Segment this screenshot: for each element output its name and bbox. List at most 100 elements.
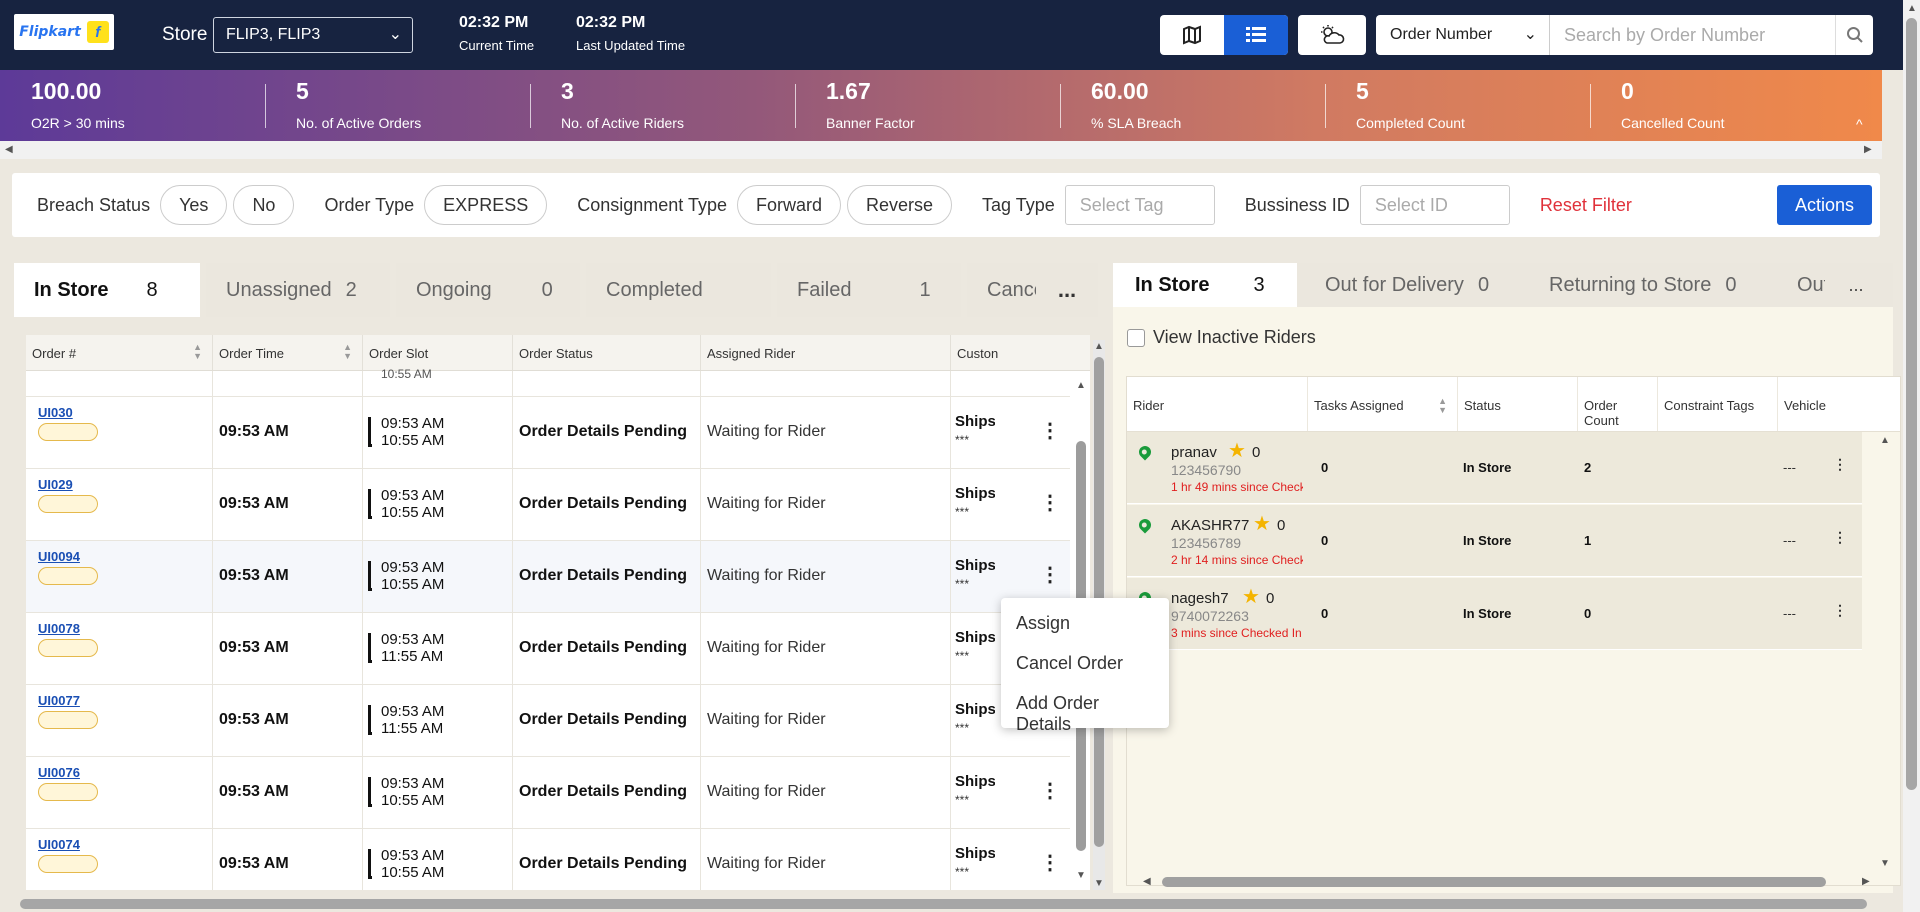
scroll-down-icon[interactable]: ▼ xyxy=(1094,878,1104,889)
table-row[interactable]: UI0094 09:53 AM 09:53 AM 10:55 AM Order Deta… xyxy=(26,541,1070,613)
tab-riders-in-store[interactable]: In Store 3 xyxy=(1113,263,1297,307)
slot-start: 09:53 AM xyxy=(381,415,445,432)
breach-yes-chip[interactable]: Yes xyxy=(160,185,228,225)
scroll-up-icon[interactable]: ▲ xyxy=(1076,380,1086,391)
consignment-forward-chip[interactable]: Forward xyxy=(736,185,841,225)
order-type-express-chip[interactable]: EXPRESS xyxy=(424,185,548,225)
row-kebab-icon[interactable]: ⋮ xyxy=(1040,781,1060,801)
sort-icon[interactable]: ▲ ▼ xyxy=(193,343,202,361)
table-row[interactable]: UI029 09:53 AM 09:53 AM 10:55 AM Order Detai… xyxy=(26,469,1070,541)
page-horizontal-thumb[interactable] xyxy=(20,899,1867,909)
order-id-link[interactable]: UI0074 xyxy=(38,837,80,852)
scroll-down-icon[interactable]: ▼ xyxy=(1880,858,1890,869)
table-row[interactable]: UI0077 09:53 AM 09:53 AM 11:55 AM Order Deta… xyxy=(26,685,1070,757)
more-tabs-button[interactable]: ... xyxy=(1036,263,1098,317)
reset-filter-link[interactable]: Reset Filter xyxy=(1540,195,1632,216)
search-type-select[interactable]: Order Number ⌄ xyxy=(1376,15,1550,55)
map-view-button[interactable] xyxy=(1160,15,1224,55)
sort-icon[interactable]: ▲ ▼ xyxy=(1438,397,1447,415)
slot-bracket xyxy=(368,633,372,663)
inactive-riders-checkbox[interactable] xyxy=(1127,328,1145,347)
rider-kebab-icon[interactable]: ⋮ xyxy=(1833,529,1847,546)
order-context-menu: Assign Cancel Order Add Order Details xyxy=(1001,598,1169,734)
customer-name: Shipsy xyxy=(955,629,995,646)
tab-label: Completed xyxy=(606,278,703,301)
scroll-left-icon[interactable]: ◀ xyxy=(1143,876,1151,887)
sort-icon[interactable]: ▲ ▼ xyxy=(343,343,352,361)
weather-icon xyxy=(1321,25,1345,44)
tab-ongoing[interactable]: Ongoing 0 xyxy=(396,263,580,317)
rider-row[interactable]: nagesh7 ★ 0 9740072263 3 mins since Checked … xyxy=(1127,578,1862,650)
order-cell: UI0074 xyxy=(26,829,213,890)
col-order-number[interactable]: Order # ▲ ▼ xyxy=(26,335,213,370)
store-select-value: FLIP3, FLIP3 xyxy=(226,26,321,43)
tab-unassigned[interactable]: Unassigned 2 xyxy=(206,263,390,317)
tab-in-store[interactable]: In Store 8 xyxy=(14,263,200,317)
tab-out-for-delivery[interactable]: Out for Delivery 0 xyxy=(1303,263,1521,307)
table-row[interactable]: UI0074 09:53 AM 09:53 AM 10:55 AM Order Deta… xyxy=(26,829,1070,890)
customer-detail: *** xyxy=(955,721,970,735)
search-input[interactable] xyxy=(1550,15,1835,55)
rider-row[interactable]: pranav ★ 0 123456790 1 hr 49 mins since Chec… xyxy=(1127,432,1862,504)
actions-button[interactable]: Actions xyxy=(1777,185,1872,225)
collapse-caret-icon[interactable]: ^ xyxy=(1856,116,1863,132)
col-constraint-tags: Constraint Tags xyxy=(1658,377,1778,431)
rider-row[interactable]: AKASHR77 ★ 0 123456789 2 hr 14 mins since Ch… xyxy=(1127,505,1862,577)
order-id-link[interactable]: UI030 xyxy=(38,405,73,420)
order-id-link[interactable]: UI0076 xyxy=(38,765,80,780)
slot-bracket xyxy=(368,417,372,447)
breach-no-chip[interactable]: No xyxy=(233,185,295,225)
order-id-link[interactable]: UI0094 xyxy=(38,549,80,564)
view-inactive-riders[interactable]: View Inactive Riders xyxy=(1127,327,1316,348)
tab-returning-to-store[interactable]: Returning to Store 0 xyxy=(1527,263,1769,307)
riders-vertical-scrollbar[interactable]: ▲ ▼ xyxy=(1878,432,1892,872)
menu-item-add-order-details[interactable]: Add Order Details xyxy=(1001,684,1169,734)
menu-item-assign[interactable]: Assign xyxy=(1001,604,1169,644)
weather-button[interactable] xyxy=(1298,15,1366,55)
row-kebab-icon[interactable]: ⋮ xyxy=(1040,853,1060,873)
scroll-down-icon[interactable]: ▼ xyxy=(1076,870,1086,881)
consignment-reverse-chip[interactable]: Reverse xyxy=(847,185,953,225)
scroll-up-icon[interactable]: ▲ xyxy=(1880,435,1890,446)
store-select[interactable]: FLIP3, FLIP3 ⌄ xyxy=(213,17,413,53)
tab-cancelled[interactable]: Cance xyxy=(967,263,1037,317)
order-id-link[interactable]: UI029 xyxy=(38,477,73,492)
table-row[interactable]: UI0078 09:53 AM 09:53 AM 11:55 AM Order Deta… xyxy=(26,613,1070,685)
more-rider-tabs-button[interactable]: ... xyxy=(1825,263,1887,307)
rider-kebab-icon[interactable]: ⋮ xyxy=(1833,456,1847,473)
stats-scrollbar[interactable]: ◀ ▶ xyxy=(0,141,1882,159)
tag-type-input[interactable] xyxy=(1064,185,1215,225)
slot-end: 11:55 AM xyxy=(381,648,444,665)
table-row[interactable]: UI0076 09:53 AM 09:53 AM 10:55 AM Order Deta… xyxy=(26,757,1070,829)
tab-completed[interactable]: Completed xyxy=(586,263,771,317)
order-id-link[interactable]: UI0078 xyxy=(38,621,80,636)
row-kebab-icon[interactable]: ⋮ xyxy=(1040,493,1060,513)
scroll-up-icon[interactable]: ▲ xyxy=(1907,3,1917,14)
slot-end: 10:55 AM xyxy=(381,504,445,521)
col-order-time[interactable]: Order Time ▲ ▼ xyxy=(213,335,363,370)
scroll-right-icon[interactable]: ▶ xyxy=(1862,876,1870,887)
row-kebab-icon[interactable]: ⋮ xyxy=(1040,565,1060,585)
business-id-input[interactable] xyxy=(1359,185,1510,225)
scroll-right-icon[interactable]: ▶ xyxy=(1864,144,1872,155)
last-updated-block: 02:32 PM Last Updated Time xyxy=(576,14,685,53)
flipkart-logo[interactable]: Flipkart f xyxy=(14,14,114,50)
assigned-rider: Waiting for Rider xyxy=(707,783,826,800)
stat-label: No. of Active Orders xyxy=(296,115,422,131)
list-view-button[interactable] xyxy=(1224,15,1288,55)
tab-failed[interactable]: Failed 1 xyxy=(777,263,961,317)
menu-item-cancel-order[interactable]: Cancel Order xyxy=(1001,644,1169,684)
customer-cell: Shipsy *** xyxy=(951,757,995,829)
order-id-link[interactable]: UI0077 xyxy=(38,693,80,708)
table-row[interactable]: UI030 09:53 AM 09:53 AM 10:55 AM Order Detai… xyxy=(26,397,1070,469)
page-vertical-thumb[interactable] xyxy=(1906,18,1917,790)
scroll-up-icon[interactable]: ▲ xyxy=(1094,341,1104,352)
col-tasks-assigned[interactable]: Tasks Assigned ▲ ▼ xyxy=(1308,377,1458,431)
flipkart-bag-icon: f xyxy=(86,21,109,43)
search-button[interactable] xyxy=(1835,15,1873,55)
rider-kebab-icon[interactable]: ⋮ xyxy=(1833,602,1847,619)
scroll-left-icon[interactable]: ◀ xyxy=(5,144,13,155)
riders-horizontal-scroll-thumb[interactable] xyxy=(1162,877,1826,887)
row-kebab-icon[interactable]: ⋮ xyxy=(1040,421,1060,441)
header-label: Vehicle xyxy=(1784,398,1826,413)
